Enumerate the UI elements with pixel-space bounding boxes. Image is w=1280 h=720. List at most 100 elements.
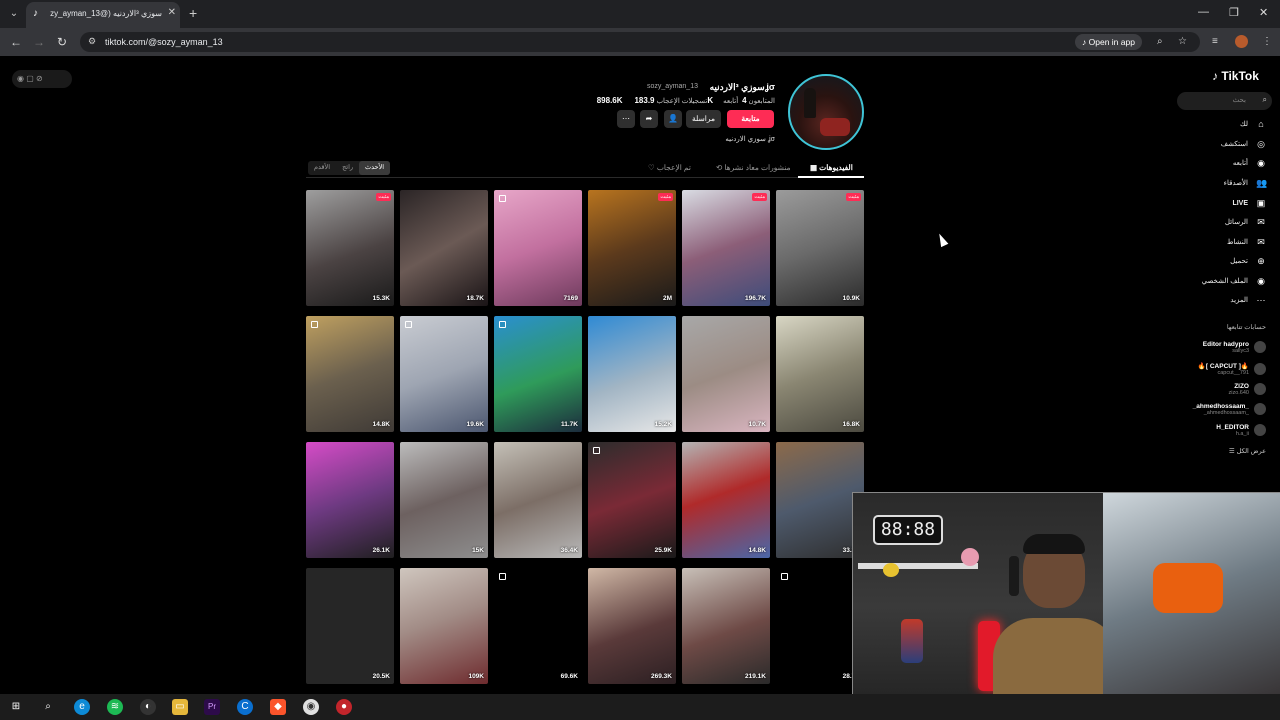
video-thumbnail[interactable]: 19.6K bbox=[400, 316, 488, 432]
add-friend-icon[interactable]: 👤 bbox=[664, 110, 682, 128]
video-thumbnail[interactable]: 15K bbox=[400, 442, 488, 558]
tab-videos[interactable]: ▦ الفيديوهات bbox=[810, 163, 853, 172]
followed-account[interactable]: Editor hadypro sallyc3 bbox=[1203, 337, 1266, 357]
brave-icon[interactable]: ◆ bbox=[270, 699, 286, 715]
profile-icon: ◉ bbox=[1257, 275, 1265, 286]
tiktok-nav-item[interactable]: لك ⌂ bbox=[1240, 117, 1266, 131]
minimize-icon[interactable]: — bbox=[1198, 6, 1209, 18]
more-options-icon[interactable]: ⋯ bbox=[617, 110, 635, 128]
tab-close-icon[interactable]: ✕ bbox=[168, 7, 176, 18]
video-thumbnail[interactable]: 18.7K bbox=[400, 190, 488, 306]
sort-popular[interactable]: رائج bbox=[336, 161, 359, 175]
tiktok-nav-item[interactable]: المزيد ⋯ bbox=[1230, 293, 1266, 307]
tiktok-nav-item[interactable]: النشاط ✉ bbox=[1227, 235, 1266, 249]
sort-oldest[interactable]: الأقدم bbox=[308, 161, 336, 175]
upload-icon: ⊕ bbox=[1257, 255, 1265, 266]
profile-avatar[interactable] bbox=[788, 74, 864, 150]
tab-liked[interactable]: ♡ تم الإعجاب bbox=[648, 163, 691, 172]
followed-account[interactable]: H_EDITOR h.a_ii bbox=[1216, 420, 1266, 440]
video-thumbnail[interactable]: مثبت 196.7K bbox=[682, 190, 770, 306]
url-text[interactable]: tiktok.com/@sozy_ayman_13 bbox=[105, 37, 223, 47]
avatar-light bbox=[820, 118, 850, 136]
video-thumbnail[interactable]: 7169 bbox=[494, 190, 582, 306]
tiktok-logo[interactable]: ♪ TikTok bbox=[1212, 69, 1259, 83]
share-icon[interactable]: ➦ bbox=[640, 110, 658, 128]
omnibox[interactable]: ⚙ tiktok.com/@sozy_ayman_13 ♪ Open in ap… bbox=[80, 32, 1200, 52]
edge-icon[interactable]: e bbox=[74, 699, 90, 715]
video-thumbnail[interactable]: 20.5K bbox=[306, 568, 394, 684]
back-arrow-icon[interactable]: ← bbox=[10, 35, 22, 49]
browser-tab[interactable]: ♪ سوزي ³الاردنيه (@sozy_ayman_13) | TikT… bbox=[26, 2, 180, 28]
video-thumbnail[interactable]: مثبت 2M bbox=[588, 190, 676, 306]
extensions-icon[interactable]: ≡ bbox=[1212, 36, 1218, 47]
account-name: H_EDITOR bbox=[1216, 423, 1249, 431]
tiktok-nav-item[interactable]: الأصدقاء 👥 bbox=[1224, 176, 1268, 190]
video-thumbnail[interactable]: 16.8K bbox=[776, 316, 864, 432]
video-thumbnail[interactable]: 219.1K bbox=[682, 568, 770, 684]
tiktok-nav-item[interactable]: الرسائل ✉ bbox=[1225, 215, 1266, 229]
reload-icon[interactable]: ↻ bbox=[57, 35, 67, 49]
tiktok-search-input[interactable]: بحث ⌕ bbox=[1177, 92, 1272, 110]
tiktok-nav-item[interactable]: LIVE ▣ bbox=[1232, 196, 1266, 210]
view-count: 19.6K bbox=[466, 421, 484, 428]
bookmark-star-icon[interactable]: ☆ bbox=[1178, 36, 1187, 47]
see-all-link[interactable]: ☰ عرض الكل bbox=[1229, 447, 1266, 455]
site-info-icon[interactable]: ⚙ bbox=[88, 36, 96, 47]
search-icon[interactable]: ⌕ bbox=[1263, 95, 1267, 105]
forward-arrow-icon[interactable]: → bbox=[33, 35, 45, 49]
view-count: 69.6K bbox=[560, 673, 578, 680]
video-thumbnail[interactable]: 14.8K bbox=[682, 442, 770, 558]
video-thumbnail[interactable]: 28.7K bbox=[776, 568, 864, 684]
video-thumbnail[interactable]: 11.7K bbox=[494, 316, 582, 432]
browser-menu-icon[interactable]: ⋮ bbox=[1262, 36, 1272, 47]
steam-icon[interactable]: ◐ bbox=[140, 699, 156, 715]
tab-reposts[interactable]: ⟲ منشورات معاد نشرها bbox=[716, 163, 791, 172]
chrome-icon[interactable]: ◉ bbox=[303, 699, 319, 715]
follow-button[interactable]: متابعة bbox=[727, 110, 774, 128]
video-thumbnail[interactable]: 26.1K bbox=[306, 442, 394, 558]
zoom-search-icon[interactable]: ⌕ bbox=[1157, 36, 1163, 47]
tiktok-nav-item[interactable]: تحميل ⊕ bbox=[1230, 254, 1266, 268]
explore-icon: ◎ bbox=[1257, 138, 1265, 149]
home-icon: ⌂ bbox=[1258, 119, 1264, 129]
screen-recorder-widget[interactable]: ◉ ▢ ⊘ bbox=[12, 70, 72, 88]
video-thumbnail[interactable]: 33.3K bbox=[776, 442, 864, 558]
sort-latest[interactable]: الأحدث bbox=[359, 161, 391, 175]
new-tab-icon[interactable]: + bbox=[189, 6, 197, 20]
tab-search-icon[interactable]: ⌄ bbox=[6, 6, 22, 22]
followers-label: المتابعون bbox=[748, 98, 775, 105]
video-thumbnail[interactable]: 14.8K bbox=[306, 316, 394, 432]
video-thumbnail[interactable]: 15.2K bbox=[588, 316, 676, 432]
video-thumbnail[interactable]: مثبت 15.3K bbox=[306, 190, 394, 306]
followed-account[interactable]: ZIZO zizo.640 bbox=[1229, 379, 1266, 399]
following-stat[interactable]: 4 أتابعه bbox=[723, 96, 747, 105]
spotify-icon[interactable]: ≋ bbox=[107, 699, 123, 715]
view-count: 15.2K bbox=[654, 421, 672, 428]
video-thumbnail[interactable]: 36.4K bbox=[494, 442, 582, 558]
video-thumbnail[interactable]: مثبت 10.9K bbox=[776, 190, 864, 306]
window-close-icon[interactable]: ✕ bbox=[1259, 6, 1268, 19]
tiktok-nav-item[interactable]: استكشف ◎ bbox=[1221, 137, 1266, 151]
video-thumbnail[interactable]: 10.7K bbox=[682, 316, 770, 432]
search-taskbar-icon[interactable]: ⌕ bbox=[40, 699, 56, 715]
pinned-badge: مثبت bbox=[376, 193, 391, 201]
obs-icon[interactable]: ● bbox=[336, 699, 352, 715]
tiktok-nav-item[interactable]: الملف الشخصي ◉ bbox=[1202, 274, 1266, 288]
followed-account[interactable]: 🔥[ CAPCUT ]🔥 capcut__791 bbox=[1198, 359, 1266, 379]
video-thumbnail[interactable]: 109K bbox=[400, 568, 488, 684]
tiktok-nav-item[interactable]: أتابعه ◉ bbox=[1233, 156, 1266, 170]
video-thumbnail[interactable]: 69.6K bbox=[494, 568, 582, 684]
followed-account[interactable]: _ahmedhossaam_ _ahmedhossaam_ bbox=[1193, 399, 1266, 419]
premiere-icon[interactable]: Pr bbox=[204, 699, 220, 715]
windows-start-icon[interactable]: ⊞ bbox=[8, 699, 24, 715]
browser-tab-strip: ⌄ ♪ سوزي ³الاردنيه (@sozy_ayman_13) | Ti… bbox=[0, 0, 1280, 28]
cortana-icon[interactable]: C bbox=[237, 699, 253, 715]
message-button[interactable]: مراسلة bbox=[686, 110, 721, 128]
restore-icon[interactable]: ❐ bbox=[1229, 6, 1239, 19]
file-explorer-icon[interactable]: ▭ bbox=[172, 699, 188, 715]
browser-profile-avatar[interactable] bbox=[1235, 35, 1248, 48]
account-handle: capcut__791 bbox=[1217, 370, 1250, 376]
video-thumbnail[interactable]: 269.3K bbox=[588, 568, 676, 684]
video-thumbnail[interactable]: 25.9K bbox=[588, 442, 676, 558]
open-in-app-button[interactable]: ♪ Open in app bbox=[1075, 34, 1142, 50]
